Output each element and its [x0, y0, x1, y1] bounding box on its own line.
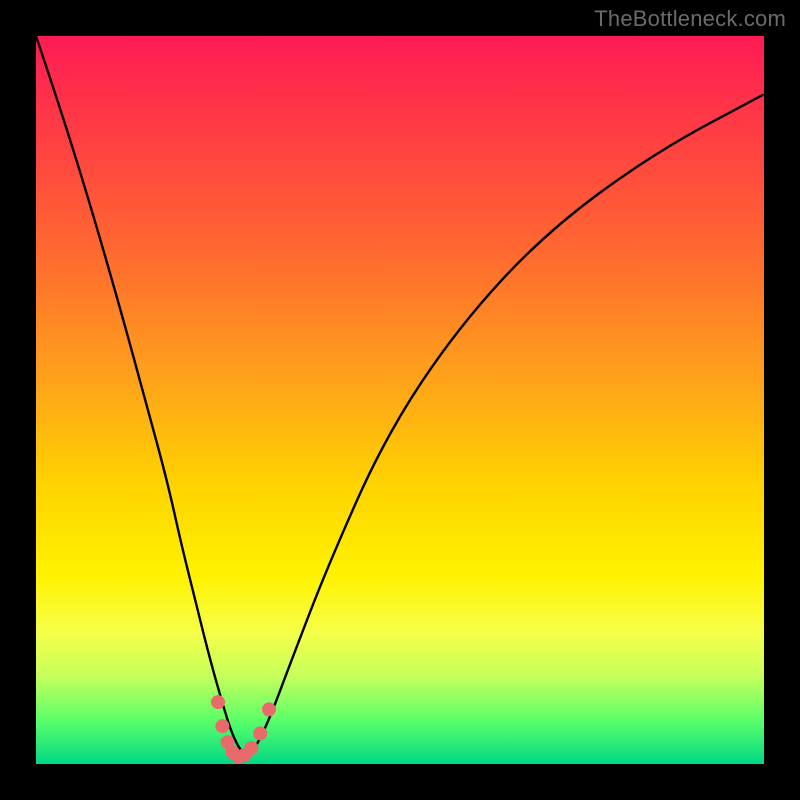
trough-point: [262, 702, 276, 716]
bottleneck-curve: [36, 36, 764, 755]
trough-point: [211, 695, 225, 709]
trough-markers: [211, 695, 276, 764]
trough-point: [215, 719, 229, 733]
watermark-text: TheBottleneck.com: [594, 6, 786, 32]
chart-frame: TheBottleneck.com: [0, 0, 800, 800]
curve-layer: [36, 36, 764, 764]
plot-area: [36, 36, 764, 764]
trough-point: [253, 726, 267, 740]
trough-point: [245, 741, 259, 755]
